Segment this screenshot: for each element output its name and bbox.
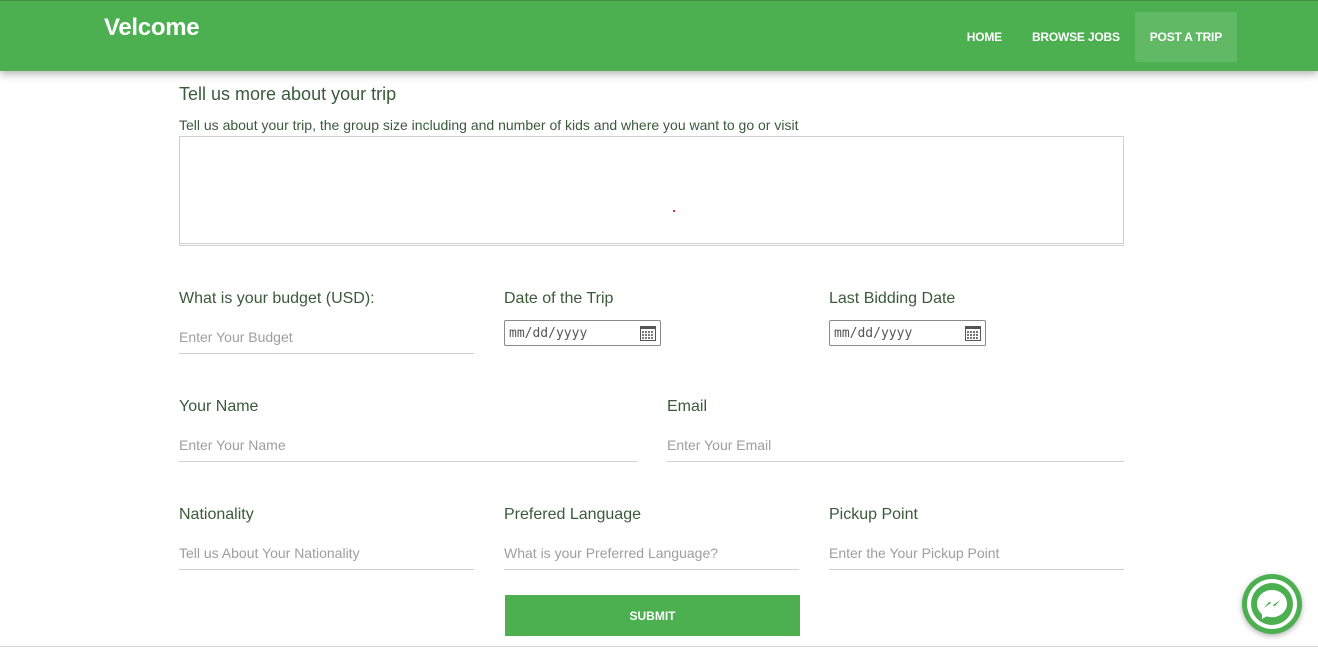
budget-label: What is your budget (USD): [179, 290, 375, 307]
nav-menu: HOME BROWSE JOBS POST A TRIP [952, 12, 1237, 62]
email-label: Email [667, 398, 708, 415]
language-input[interactable] [504, 536, 799, 570]
trip-date-input[interactable]: mm/dd/yyyy [504, 320, 661, 346]
nationality-input[interactable] [179, 536, 474, 570]
name-label: Your Name [179, 398, 259, 415]
last-bidding-label: Last Bidding Date [829, 290, 956, 307]
calendar-icon[interactable] [640, 325, 656, 341]
top-navbar: Velcome HOME BROWSE JOBS POST A TRIP [0, 0, 1318, 71]
nav-browse-jobs[interactable]: BROWSE JOBS [1017, 12, 1135, 62]
trip-section-title: Tell us more about your trip [179, 84, 397, 104]
trip-description-textarea[interactable] [179, 136, 1124, 246]
pickup-input[interactable] [829, 536, 1124, 570]
trip-help-text: Tell us about your trip, the group size … [179, 117, 799, 133]
nav-post-a-trip[interactable]: POST A TRIP [1134, 12, 1237, 62]
last-bidding-input[interactable]: mm/dd/yyyy [829, 320, 986, 346]
brand-logo[interactable]: Velcome [104, 14, 200, 42]
budget-input[interactable] [179, 320, 474, 354]
trip-date-placeholder: mm/dd/yyyy [509, 325, 588, 341]
calendar-icon[interactable] [965, 325, 981, 341]
cursor-dot [673, 210, 675, 212]
submit-button[interactable]: SUBMIT [505, 595, 800, 636]
messenger-icon [1247, 579, 1297, 629]
messenger-chat-button[interactable] [1242, 574, 1302, 634]
last-bidding-placeholder: mm/dd/yyyy [834, 325, 913, 341]
nationality-label: Nationality [179, 506, 254, 523]
pickup-label: Pickup Point [829, 506, 918, 523]
email-input[interactable] [667, 428, 1124, 462]
page-bottom-divider [0, 646, 1318, 647]
language-label: Prefered Language [504, 506, 641, 523]
trip-date-label: Date of the Trip [504, 290, 614, 307]
name-input[interactable] [179, 428, 637, 462]
nav-home[interactable]: HOME [952, 12, 1017, 62]
